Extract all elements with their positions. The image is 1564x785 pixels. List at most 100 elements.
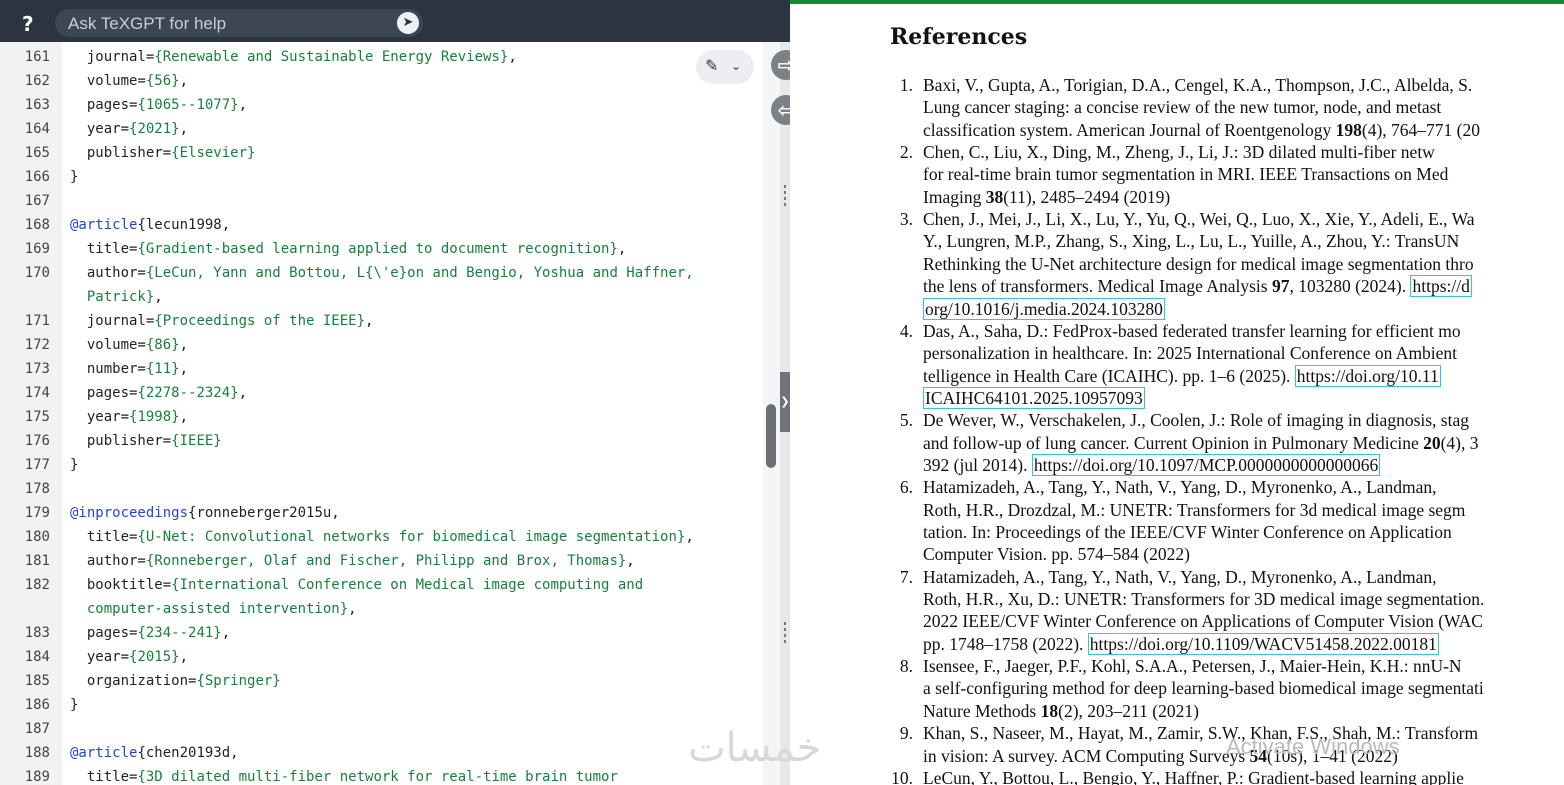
code-line[interactable]: } bbox=[70, 169, 78, 185]
doi-link[interactable]: ICAIHC64101.2025.10957093 bbox=[923, 386, 1145, 409]
reference-line: Roth, H.R., Xu, D.: UNETR: Transformers … bbox=[923, 589, 1484, 610]
code-line[interactable]: pages={2278--2324}, bbox=[70, 385, 247, 401]
line-number: 187 bbox=[24, 721, 50, 737]
code-line[interactable]: publisher={Elsevier} bbox=[70, 145, 256, 161]
reference-text: Rethinking the U-Net architecture design… bbox=[923, 253, 1474, 274]
code-line[interactable]: journal={Proceedings of the IEEE}, bbox=[70, 313, 374, 329]
code-line[interactable]: @inproceedings{ronneberger2015u, bbox=[70, 505, 340, 521]
code-line[interactable]: title={Gradient-based learning applied t… bbox=[70, 241, 626, 257]
line-number: 169 bbox=[24, 241, 50, 257]
code-line[interactable]: year={2021}, bbox=[70, 121, 188, 137]
code-line[interactable]: title={3D dilated multi-fiber network fo… bbox=[70, 769, 618, 785]
doi-link[interactable]: https://doi.org/10.1109/WACV51458.2022.0… bbox=[1087, 632, 1439, 655]
code-line[interactable]: } bbox=[70, 457, 78, 473]
reference-line: for real-time brain tumor segmentation i… bbox=[923, 164, 1448, 185]
reference-text: Hatamizadeh, A., Tang, Y., Nath, V., Yan… bbox=[923, 477, 1437, 498]
pdf-preview[interactable]: References 1. Baxi, V., Gupta, A., Torigi… bbox=[790, 4, 1564, 785]
reference-number: 1. bbox=[899, 75, 913, 95]
code-editor[interactable]: journal={Renewable and Sustainable Energ… bbox=[0, 42, 780, 785]
reference-line: Nature Methods 18(2), 203–211 (2021) bbox=[923, 701, 1199, 722]
code-text: year= bbox=[70, 121, 130, 137]
code-line[interactable]: volume={56}, bbox=[70, 73, 188, 89]
code-string: {86} bbox=[145, 337, 180, 353]
doi-link[interactable]: https://doi.org/10.11 bbox=[1294, 364, 1441, 387]
reference-text: (4), 3 bbox=[1440, 432, 1479, 453]
code-text: organization= bbox=[70, 673, 197, 689]
volume-number: 18 bbox=[1040, 700, 1059, 721]
code-text: author= bbox=[70, 265, 146, 281]
reference-line: and follow-up of lung cancer. Current Op… bbox=[923, 433, 1479, 454]
code-string: {2278--2324} bbox=[137, 385, 239, 401]
reference-text: a self-configuring method for deep learn… bbox=[923, 678, 1484, 699]
code-line[interactable]: volume={86}, bbox=[70, 337, 188, 353]
code-string: {Renewable and Sustainable Energy Review… bbox=[154, 49, 509, 65]
code-text: , bbox=[221, 625, 231, 641]
code-string: Patrick} bbox=[70, 289, 155, 305]
code-line[interactable]: Patrick}, bbox=[70, 289, 163, 305]
code-text: number= bbox=[70, 361, 146, 377]
code-line[interactable]: @article{chen20193d, bbox=[70, 745, 239, 761]
reference-text: tation. In: Proceedings of the IEEE/CVF … bbox=[923, 522, 1452, 542]
reference-line: telligence in Health Care (ICAIHC). pp. … bbox=[923, 364, 1441, 387]
line-number: 185 bbox=[24, 673, 50, 689]
doi-link[interactable]: org/10.1016/j.media.2024.103280 bbox=[923, 297, 1165, 320]
code-line[interactable]: computer-assisted intervention}, bbox=[70, 601, 357, 617]
code-line[interactable]: author={LeCun, Yann and Bottou, L{\'e}on… bbox=[70, 265, 694, 281]
reference-text: Nature Methods bbox=[923, 700, 1041, 721]
code-text: volume= bbox=[70, 337, 146, 353]
code-text: , bbox=[154, 289, 163, 305]
reference-line: Chen, J., Mei, J., Li, X., Lu, Y., Yu, Q… bbox=[923, 209, 1475, 230]
reference-number: 3. bbox=[899, 209, 913, 230]
code-line[interactable]: title={U-Net: Convolutional networks for… bbox=[70, 529, 694, 545]
reference-number: 6. bbox=[899, 477, 913, 498]
code-line[interactable]: @article{lecun1998, bbox=[70, 217, 230, 233]
code-line[interactable]: number={11}, bbox=[70, 361, 188, 377]
code-line[interactable]: } bbox=[70, 697, 78, 713]
code-text: booktitle= bbox=[70, 577, 172, 593]
code-line[interactable]: pages={1065--1077}, bbox=[70, 97, 247, 113]
code-text: , bbox=[348, 601, 357, 617]
code-text: author= bbox=[70, 553, 146, 569]
reference-number: 10. bbox=[891, 767, 913, 785]
doi-link[interactable]: https://d bbox=[1410, 275, 1472, 298]
chevron-down-icon: ⌄ bbox=[731, 59, 742, 73]
reference-text: (4), 764–771 (20 bbox=[1361, 119, 1480, 140]
reference-text: pp. 1748–1758 (2022). bbox=[923, 633, 1088, 654]
code-string: {Proceedings of the IEEE} bbox=[154, 313, 366, 329]
doi-link[interactable]: https://doi.org/10.1097/MCP.000000000000… bbox=[1031, 453, 1381, 476]
code-line[interactable]: author={Ronneberger, Olaf and Fischer, P… bbox=[70, 553, 635, 569]
code-line[interactable]: year={2015}, bbox=[70, 649, 188, 665]
code-text: , bbox=[179, 361, 189, 377]
help-button[interactable]: ? bbox=[22, 12, 34, 36]
ask-texgpt-input[interactable]: Ask TeXGPT for help ➤ bbox=[55, 9, 423, 37]
line-number: 172 bbox=[24, 337, 50, 353]
code-text: , bbox=[179, 409, 189, 425]
reference-text: in vision: A survey. ACM Computing Surve… bbox=[923, 745, 1250, 766]
code-text: pages= bbox=[70, 625, 138, 641]
reference-number: 2. bbox=[899, 142, 913, 163]
code-string: {Ronneberger, Olaf and Fischer, Philipp … bbox=[145, 553, 627, 569]
code-text: } bbox=[70, 457, 79, 473]
reference-line: a self-configuring method for deep learn… bbox=[923, 678, 1484, 699]
line-number: 173 bbox=[24, 361, 50, 377]
code-line[interactable]: journal={Renewable and Sustainable Energ… bbox=[70, 49, 517, 65]
reference-text: 2022 IEEE/CVF Winter Conference on Appli… bbox=[923, 611, 1483, 632]
editor-scrollbar-thumb[interactable] bbox=[766, 404, 776, 468]
collapse-pane-button[interactable]: ❯ bbox=[780, 372, 790, 432]
code-line[interactable]: pages={234--241}, bbox=[70, 625, 230, 641]
line-number: 183 bbox=[24, 625, 50, 641]
code-line[interactable]: organization={Springer} bbox=[70, 673, 281, 689]
reference-text: classification system. American Journal … bbox=[923, 119, 1336, 140]
code-text: , bbox=[626, 553, 635, 569]
code-line[interactable]: year={1998}, bbox=[70, 409, 188, 425]
reference-line: ICAIHC64101.2025.10957093 bbox=[923, 386, 1145, 409]
code-line[interactable]: publisher={IEEE} bbox=[70, 433, 222, 449]
code-line[interactable]: booktitle={International Conference on M… bbox=[70, 577, 643, 593]
edit-mode-button[interactable]: ✎ ⌄ bbox=[696, 50, 754, 84]
reference-line: De Wever, W., Verschakelen, J., Coolen, … bbox=[923, 410, 1469, 431]
reference-text: Chen, J., Mei, J., Li, X., Lu, Y., Yu, Q… bbox=[923, 209, 1475, 230]
line-number: 179 bbox=[24, 505, 50, 521]
reference-text: (2), 203–211 (2021) bbox=[1058, 700, 1199, 721]
code-text: journal= bbox=[70, 49, 155, 65]
send-icon[interactable]: ➤ bbox=[397, 12, 419, 34]
